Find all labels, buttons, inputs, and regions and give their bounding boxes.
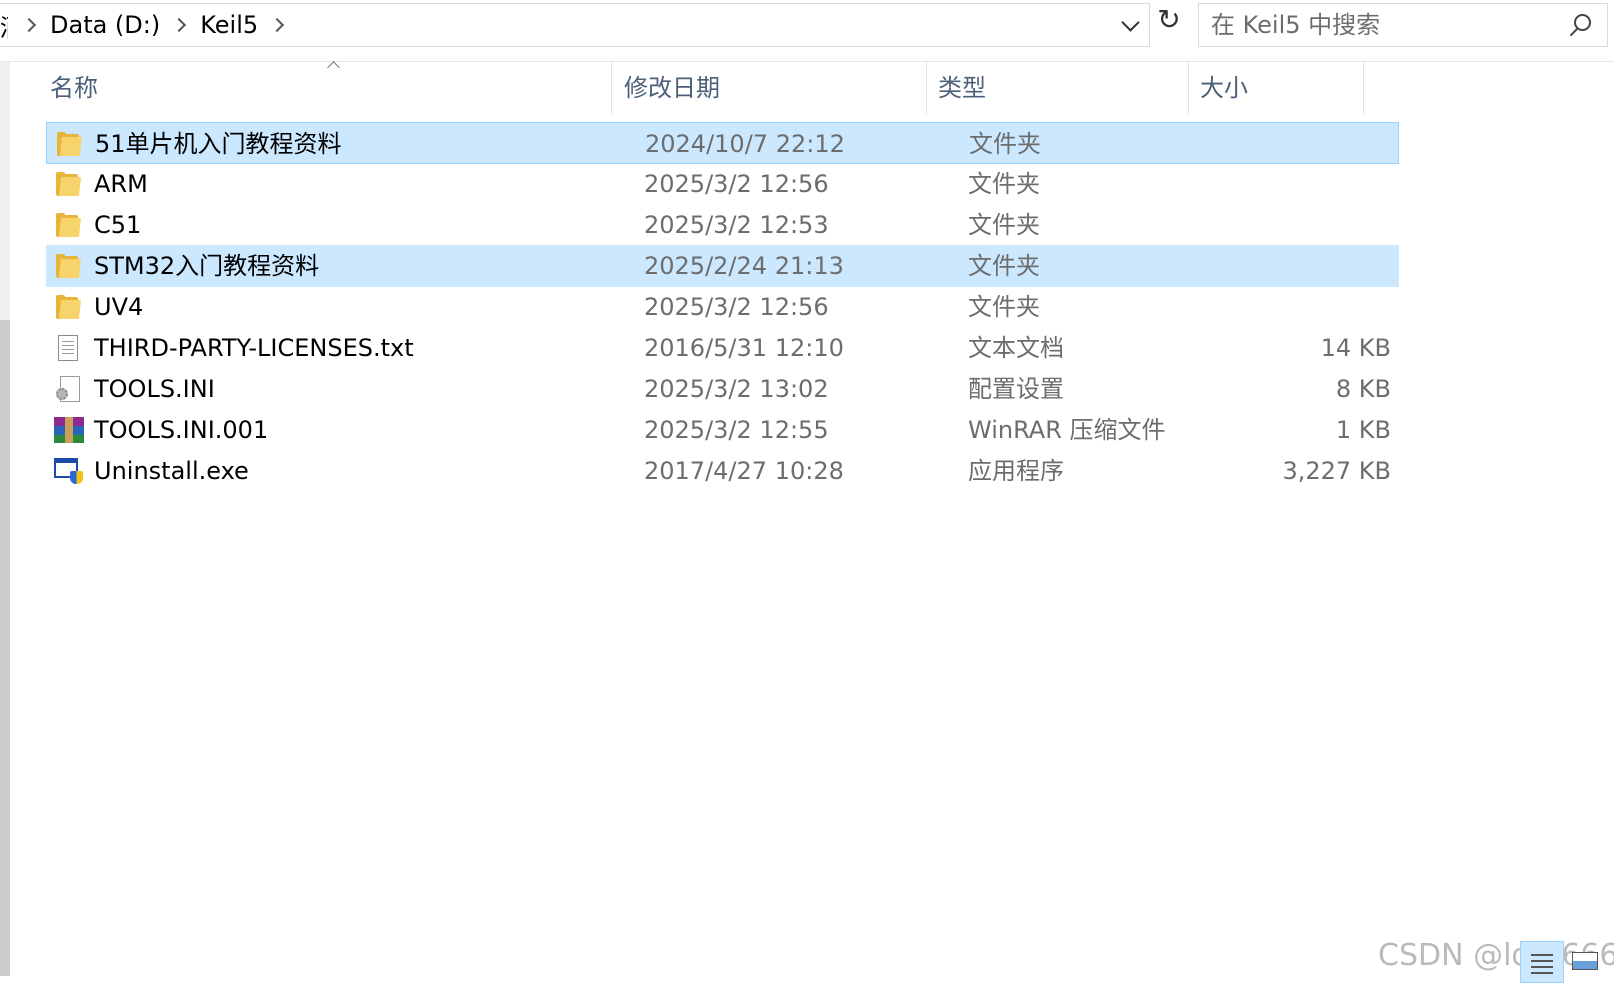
file-row[interactable]: TOOLS.INI 2025/3/2 13:02 配置设置 8 KB [46, 368, 1399, 410]
file-type: 配置设置 [968, 375, 1064, 403]
folder-icon [54, 212, 84, 238]
file-type: 文件夹 [969, 130, 1041, 158]
file-size: 14 KB [1320, 334, 1391, 362]
column-divider[interactable] [1363, 62, 1364, 114]
installer-exe-icon [54, 458, 84, 484]
search-box[interactable]: 在 Keil5 中搜索 [1198, 3, 1608, 47]
file-type: 应用程序 [968, 457, 1064, 485]
breadcrumb-item-data-drive[interactable]: Data (D:) [50, 11, 160, 39]
file-date: 2025/3/2 12:56 [644, 170, 829, 198]
chevron-right-icon[interactable] [21, 17, 37, 33]
file-date: 2025/3/2 12:53 [644, 211, 829, 239]
column-header-size[interactable]: 大小 [1200, 62, 1248, 114]
file-type: WinRAR 压缩文件 [968, 416, 1166, 444]
file-date: 2016/5/31 12:10 [644, 334, 844, 362]
winrar-archive-icon [54, 417, 84, 443]
file-date: 2017/4/27 10:28 [644, 457, 844, 485]
file-name: TOOLS.INI [94, 375, 215, 403]
file-row[interactable]: Uninstall.exe 2017/4/27 10:28 应用程序 3,227… [46, 450, 1399, 492]
file-date: 2025/3/2 13:02 [644, 375, 829, 403]
address-history-dropdown[interactable] [1112, 4, 1146, 46]
column-divider[interactable] [926, 62, 927, 114]
file-type: 文件夹 [968, 170, 1040, 198]
file-date: 2025/3/2 12:56 [644, 293, 829, 321]
column-divider[interactable] [611, 62, 612, 114]
file-name: TOOLS.INI.001 [94, 416, 269, 444]
chevron-down-icon [1121, 13, 1140, 32]
folder-icon [54, 253, 84, 279]
file-size: 8 KB [1335, 375, 1391, 403]
config-file-icon [54, 376, 84, 402]
file-name: UV4 [94, 293, 144, 321]
refresh-icon: ↻ [1157, 3, 1181, 36]
breadcrumb: 酒 Data (D:) Keil5 [0, 4, 290, 46]
file-date: 2024/10/7 22:12 [645, 130, 845, 158]
text-file-icon [54, 335, 84, 361]
address-bar[interactable]: 酒 Data (D:) Keil5 [0, 3, 1150, 47]
search-input[interactable]: 在 Keil5 中搜索 [1211, 4, 1380, 46]
file-type: 文件夹 [968, 293, 1040, 321]
nav-scrollbar-thumb[interactable] [0, 320, 10, 976]
file-name: 51单片机入门教程资料 [95, 130, 342, 158]
file-type: 文本文档 [968, 334, 1064, 362]
file-size: 3,227 KB [1282, 457, 1391, 485]
file-row[interactable]: C51 2025/3/2 12:53 文件夹 [46, 204, 1399, 246]
chevron-right-icon[interactable] [270, 17, 285, 33]
chevron-right-icon[interactable] [172, 17, 187, 33]
sort-ascending-icon [327, 61, 340, 74]
file-row[interactable]: ARM 2025/3/2 12:56 文件夹 [46, 163, 1399, 205]
column-header-type[interactable]: 类型 [938, 62, 986, 114]
large-icons-view-button[interactable] [1570, 950, 1600, 974]
breadcrumb-item-cut[interactable]: 酒 [0, 8, 8, 43]
column-header-name[interactable]: 名称 [50, 62, 98, 114]
file-size: 1 KB [1335, 416, 1391, 444]
file-date: 2025/3/2 12:55 [644, 416, 829, 444]
folder-icon [54, 294, 84, 320]
column-header-date[interactable]: 修改日期 [624, 62, 720, 114]
file-row[interactable]: THIRD-PARTY-LICENSES.txt 2016/5/31 12:10… [46, 327, 1399, 369]
file-name: Uninstall.exe [94, 457, 249, 485]
column-divider[interactable] [1188, 62, 1189, 114]
file-row[interactable]: TOOLS.INI.001 2025/3/2 12:55 WinRAR 压缩文件… [46, 409, 1399, 451]
file-name: C51 [94, 211, 142, 239]
details-view-button[interactable] [1520, 941, 1564, 983]
file-row[interactable]: UV4 2025/3/2 12:56 文件夹 [46, 286, 1399, 328]
folder-icon [55, 131, 85, 157]
divider [0, 61, 1614, 62]
navigation-pane[interactable] [0, 62, 10, 976]
file-row[interactable]: STM32入门教程资料 2025/2/24 21:13 文件夹 [46, 245, 1399, 287]
file-type: 文件夹 [968, 211, 1040, 239]
file-name: ARM [94, 170, 148, 198]
file-type: 文件夹 [968, 252, 1040, 280]
refresh-button[interactable]: ↻ [1152, 0, 1186, 42]
folder-icon [54, 171, 84, 197]
file-name: STM32入门教程资料 [94, 252, 320, 280]
picture-icon [1572, 952, 1598, 970]
file-name: THIRD-PARTY-LICENSES.txt [94, 334, 414, 362]
search-icon[interactable] [1567, 14, 1591, 38]
file-row[interactable]: 51单片机入门教程资料 2024/10/7 22:12 文件夹 [46, 122, 1399, 164]
breadcrumb-item-keil5[interactable]: Keil5 [200, 11, 258, 39]
file-date: 2025/2/24 21:13 [644, 252, 844, 280]
